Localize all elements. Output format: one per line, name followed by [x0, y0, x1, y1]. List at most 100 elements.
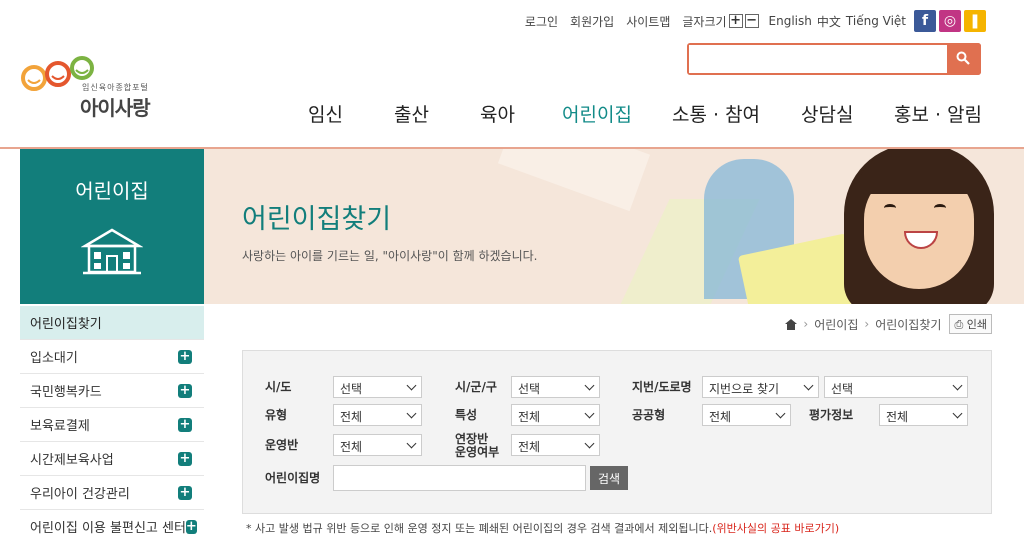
site-logo[interactable]: 임신육아종합포털 아이사랑	[20, 50, 170, 124]
nav-community[interactable]: 소통 · 참여	[672, 100, 801, 127]
public-select[interactable]: 전체	[702, 404, 791, 426]
facebook-icon[interactable]: f	[914, 10, 936, 32]
name-label: 어린이집명	[265, 471, 321, 485]
evaluation-value: 전체	[886, 410, 909, 424]
lang-chinese[interactable]: 中文	[817, 13, 841, 30]
print-button[interactable]: ⎙ 인쇄	[949, 314, 992, 334]
plus-icon[interactable]: +	[178, 451, 192, 466]
font-increase-button[interactable]: +	[728, 14, 743, 28]
main-nav: 임신 출산 육아 어린이집 소통 · 참여 상담실 홍보 · 알림	[300, 100, 982, 127]
side-nav-item-complaint[interactable]: 어린이집 이용 불편신고 센터 +	[20, 510, 204, 539]
nav-birth[interactable]: 출산	[394, 100, 480, 127]
daycare-building-icon	[80, 228, 144, 275]
print-label: 인쇄	[966, 318, 987, 331]
address-type-select[interactable]: 지번으로 찾기	[702, 376, 819, 398]
name-input[interactable]	[333, 465, 586, 491]
nav-pregnancy[interactable]: 임신	[308, 100, 394, 127]
plus-icon[interactable]: +	[178, 383, 192, 398]
search-notice: * 사고 발생 법규 위반 등으로 인해 운영 정지 또는 폐쇄된 어린이집의 …	[246, 520, 839, 536]
sido-select[interactable]: 선택	[333, 376, 422, 398]
plus-icon[interactable]: +	[178, 417, 192, 432]
page-title: 어린이집찾기	[242, 204, 392, 235]
evaluation-select[interactable]: 전체	[879, 404, 968, 426]
side-nav-item-hourly[interactable]: 시간제보육사업 +	[20, 442, 204, 476]
search-button[interactable]	[947, 43, 981, 75]
side-nav-label: 국민행복카드	[30, 385, 102, 400]
nav-daycare[interactable]: 어린이집	[562, 100, 672, 127]
public-value: 전체	[709, 410, 732, 424]
class-select[interactable]: 전체	[333, 434, 422, 456]
plus-icon[interactable]: +	[178, 349, 192, 364]
side-nav-label: 우리아이 건강관리	[30, 487, 130, 502]
sitemap-link[interactable]: 사이트맵	[626, 13, 670, 30]
login-link[interactable]: 로그인	[525, 13, 558, 30]
extended-label: 연장반 운영여부	[455, 433, 499, 459]
side-nav-label: 시간제보육사업	[30, 453, 114, 468]
side-nav-item-card[interactable]: 국민행복카드 +	[20, 374, 204, 408]
address-select[interactable]: 선택	[824, 376, 968, 398]
site-search	[687, 43, 981, 75]
type-select[interactable]: 전체	[333, 404, 422, 426]
logo-name: 아이사랑	[80, 96, 151, 120]
address-type-value: 지번으로 찾기	[709, 382, 780, 396]
address-label: 지번/도로명	[632, 380, 692, 394]
page-subtitle: 사랑하는 아이를 기르는 일, "아이사랑"이 함께 하겠습니다.	[242, 249, 538, 263]
violation-link[interactable]: (위반사실의 공표 바로가기)	[712, 522, 839, 535]
chevron-down-icon	[952, 380, 963, 391]
lang-vietnamese[interactable]: Tiếng Việt	[846, 14, 906, 28]
chevron-down-icon	[952, 408, 963, 419]
search-submit-button[interactable]: 검색	[590, 466, 629, 490]
sigungu-label: 시/군/구	[455, 380, 497, 394]
home-icon[interactable]	[785, 318, 798, 330]
side-nav-item-waiting[interactable]: 입소대기 +	[20, 340, 204, 374]
search-icon	[956, 51, 970, 65]
search-input[interactable]	[689, 45, 945, 73]
nav-parenting[interactable]: 육아	[480, 100, 562, 127]
extended-select[interactable]: 전체	[511, 434, 600, 456]
plus-icon[interactable]: +	[178, 485, 192, 500]
notice-text: * 사고 발생 법규 위반 등으로 인해 운영 정지 또는 폐쇄된 어린이집의 …	[246, 522, 713, 535]
side-nav-label: 어린이집 이용 불편신고 센터	[30, 521, 186, 536]
extended-value: 전체	[518, 440, 541, 454]
chevron-down-icon	[406, 438, 417, 449]
class-value: 전체	[340, 440, 363, 454]
side-nav-label: 보육료결제	[30, 419, 90, 434]
type-value: 전체	[340, 410, 363, 424]
breadcrumb-depth2[interactable]: 어린이집찾기	[875, 316, 941, 333]
side-nav-label: 어린이집찾기	[30, 317, 102, 332]
address-value: 선택	[831, 382, 854, 396]
side-nav-item-payment[interactable]: 보육료결제 +	[20, 408, 204, 442]
chevron-right-icon: ›	[864, 317, 870, 331]
side-nav-item-find[interactable]: 어린이집찾기	[20, 306, 204, 340]
sido-label: 시/도	[265, 380, 292, 394]
section-title: 어린이집	[75, 179, 149, 203]
chevron-down-icon	[406, 408, 417, 419]
chevron-down-icon	[584, 438, 595, 449]
evaluation-label: 평가정보	[809, 408, 854, 422]
sigungu-select[interactable]: 선택	[511, 376, 600, 398]
font-size-label: 글자크기	[682, 14, 727, 29]
section-title-box: 어린이집	[20, 149, 204, 304]
lang-english[interactable]: English	[769, 14, 812, 28]
font-decrease-button[interactable]: −	[744, 14, 759, 28]
instagram-icon[interactable]: ◎	[939, 10, 961, 32]
chevron-down-icon	[584, 380, 595, 391]
daycare-search-form: 시/도 선택 시/군/구 선택 지번/도로명 지번으로 찾기 선택 유형 전체 …	[242, 350, 992, 514]
chevron-right-icon: ›	[803, 317, 809, 331]
chevron-down-icon	[584, 408, 595, 419]
side-nav-item-health[interactable]: 우리아이 건강관리 +	[20, 476, 204, 510]
class-label: 운영반	[265, 438, 299, 452]
public-label: 공공형	[632, 408, 666, 422]
side-nav: 어린이집찾기 입소대기 + 국민행복카드 + 보육료결제 + 시간제보육사업 + 우리아…	[20, 306, 204, 539]
story-icon[interactable]: ❚	[964, 10, 986, 32]
join-link[interactable]: 회원가입	[570, 13, 614, 30]
type-label: 유형	[265, 408, 288, 422]
plus-icon[interactable]: +	[185, 519, 197, 534]
feature-select[interactable]: 전체	[511, 404, 600, 426]
breadcrumb: › 어린이집 › 어린이집찾기 ⎙ 인쇄	[785, 314, 992, 334]
sido-value: 선택	[340, 382, 363, 396]
breadcrumb-depth1[interactable]: 어린이집	[814, 316, 858, 333]
nav-counseling[interactable]: 상담실	[801, 100, 894, 127]
nav-pr-notice[interactable]: 홍보 · 알림	[894, 100, 982, 127]
chevron-down-icon	[775, 408, 786, 419]
